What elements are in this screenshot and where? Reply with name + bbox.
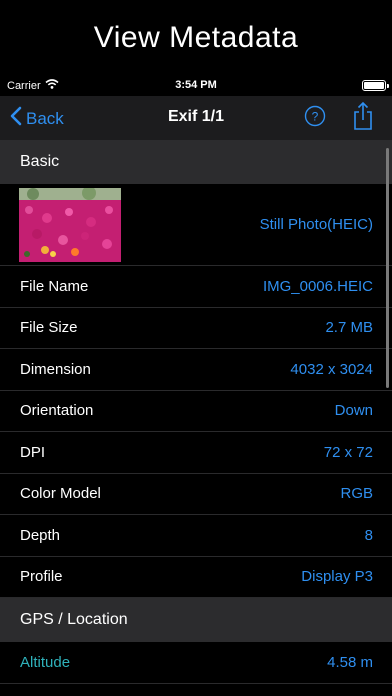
row-label: Depth	[20, 526, 61, 544]
promo-title: View Metadata	[93, 21, 299, 54]
help-button[interactable]: ?	[304, 105, 326, 127]
section-header-gps: GPS / Location	[0, 598, 392, 642]
section-header-basic: Basic	[0, 140, 392, 184]
thumbnail-type-value: Still Photo(HEIC)	[259, 216, 373, 233]
row-orientation[interactable]: Orientation Down	[0, 391, 392, 432]
help-glyph: ?	[312, 110, 319, 124]
row-label: Dimension	[20, 360, 91, 378]
row-label: Orientation	[20, 402, 94, 420]
row-value: 2.7 MB	[325, 319, 373, 337]
row-label: Profile	[20, 568, 63, 586]
row-label: DPI	[20, 443, 46, 461]
row-label: File Name	[20, 277, 89, 295]
status-bar: Carrier 3:54 PM	[0, 76, 392, 96]
row-dimension[interactable]: Dimension 4032 x 3024	[0, 349, 392, 391]
row-color-model[interactable]: Color Model RGB	[0, 474, 392, 515]
metadata-list[interactable]: Basic Still Photo(HEIC) File Name IMG_00…	[0, 140, 392, 696]
row-file-size[interactable]: File Size 2.7 MB	[0, 308, 392, 349]
share-icon	[354, 101, 372, 130]
battery-icon	[362, 80, 389, 91]
status-time: 3:54 PM	[175, 79, 217, 91]
row-profile[interactable]: Profile Display P3	[0, 557, 392, 598]
row-value: 4.58 m	[327, 653, 373, 671]
navigation-bar: Back Exif 1/1 ?	[0, 96, 392, 140]
photo-thumbnail[interactable]	[19, 187, 121, 262]
row-altitude[interactable]: Altitude 4.58 m	[0, 642, 392, 684]
row-label: Altitude	[20, 653, 71, 671]
row-value: 4032 x 3024	[290, 360, 373, 378]
share-button[interactable]	[352, 101, 374, 131]
row-dpi[interactable]: DPI 72 x 72	[0, 432, 392, 474]
thumbnail-row[interactable]: Still Photo(HEIC)	[0, 184, 392, 266]
row-label: File Size	[20, 319, 78, 337]
row-value: Down	[334, 402, 373, 420]
scrollbar[interactable]	[386, 148, 389, 388]
row-value: 72 x 72	[323, 443, 373, 461]
row-depth[interactable]: Depth 8	[0, 515, 392, 557]
row-value: IMG_0006.HEIC	[262, 277, 373, 295]
row-value: RGB	[340, 485, 373, 503]
row-label: Color Model	[20, 485, 101, 503]
nav-title: Exif 1/1	[167, 108, 225, 125]
row-next-partial[interactable]	[0, 684, 392, 696]
row-file-name[interactable]: File Name IMG_0006.HEIC	[0, 266, 392, 308]
phone-screen: Carrier 3:54 PM Back Exif 1/1 ? Basic St…	[0, 76, 392, 696]
row-value: Display P3	[301, 568, 373, 586]
row-value: 8	[364, 526, 373, 544]
help-icon: ?	[304, 105, 326, 127]
